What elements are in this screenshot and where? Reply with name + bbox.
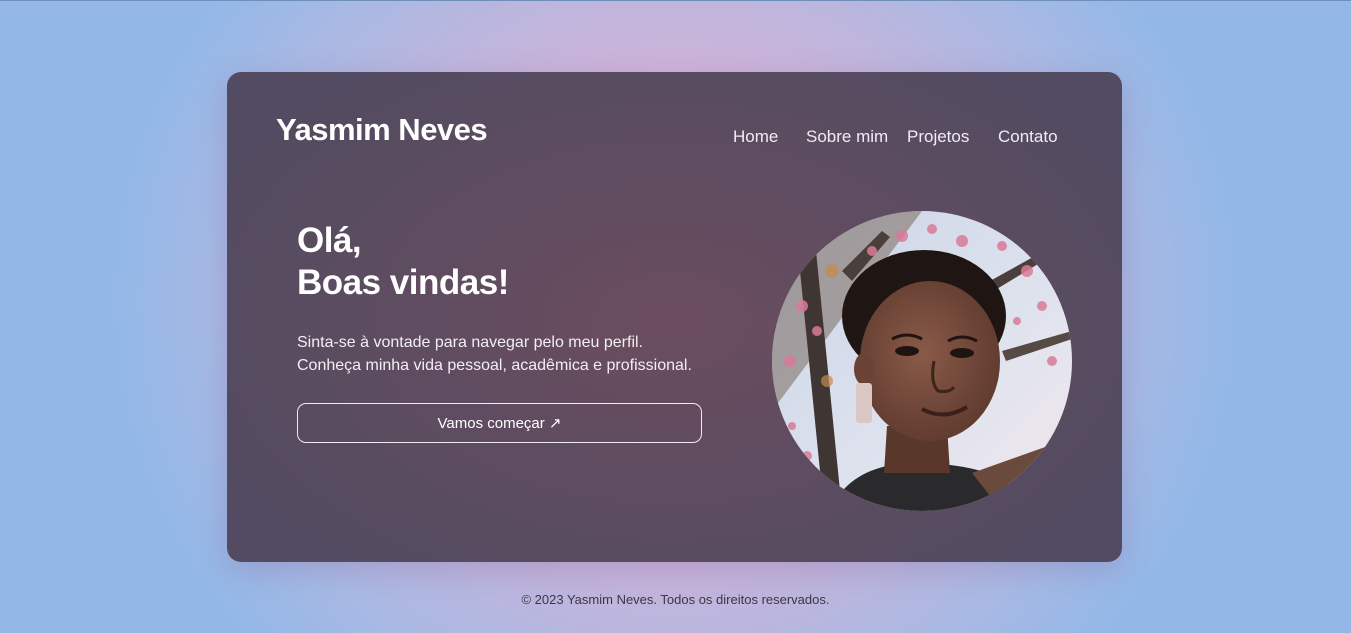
profile-photo	[772, 211, 1072, 511]
start-button[interactable]: Vamos começar ↗	[297, 403, 702, 443]
hero-card: Yasmim Neves Home Sobre mim Projetos Con…	[227, 72, 1122, 562]
hero-heading: Olá, Boas vindas!	[297, 220, 509, 304]
nav-item-home[interactable]: Home	[733, 127, 778, 147]
profile-photo-illustration	[772, 211, 1072, 511]
main-nav: Home Sobre mim Projetos Contato	[227, 127, 1122, 151]
nav-item-contato[interactable]: Contato	[998, 127, 1058, 147]
hero-greeting-line1: Olá,	[297, 221, 362, 260]
hero-description: Sinta-se à vontade para navegar pelo meu…	[297, 331, 692, 377]
hero-text-line2: Conheça minha vida pessoal, acadêmica e …	[297, 357, 692, 374]
nav-item-projetos[interactable]: Projetos	[907, 127, 969, 147]
nav-item-sobre-mim[interactable]: Sobre mim	[806, 127, 888, 147]
hero-greeting-line2: Boas vindas!	[297, 263, 509, 302]
footer-copyright: © 2023 Yasmim Neves. Todos os direitos r…	[521, 592, 830, 607]
hero-text-line1: Sinta-se à vontade para navegar pelo meu…	[297, 334, 643, 351]
